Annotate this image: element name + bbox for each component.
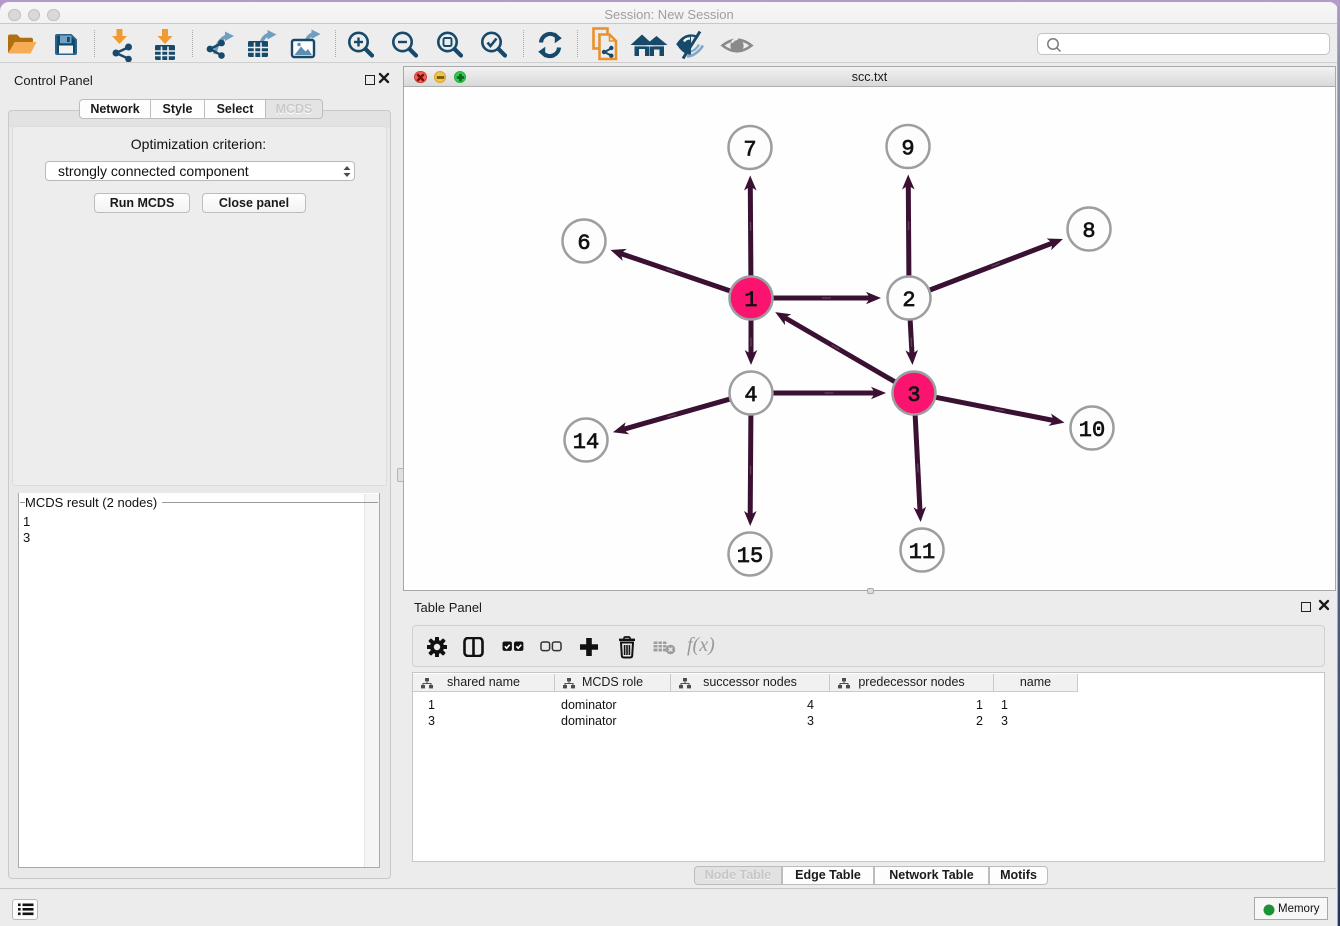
svg-text:3: 3 [907,383,920,408]
svg-text:9: 9 [901,136,914,161]
svg-text:11: 11 [909,540,935,565]
svg-text:8: 8 [1082,219,1095,244]
svg-text:10: 10 [1079,418,1105,443]
svg-text:14: 14 [573,430,599,455]
svg-text:1: 1 [744,288,757,313]
svg-text:6: 6 [577,231,590,256]
svg-text:15: 15 [737,544,763,569]
svg-text:4: 4 [744,383,757,408]
svg-text:2: 2 [902,288,915,313]
svg-text:7: 7 [743,137,756,162]
